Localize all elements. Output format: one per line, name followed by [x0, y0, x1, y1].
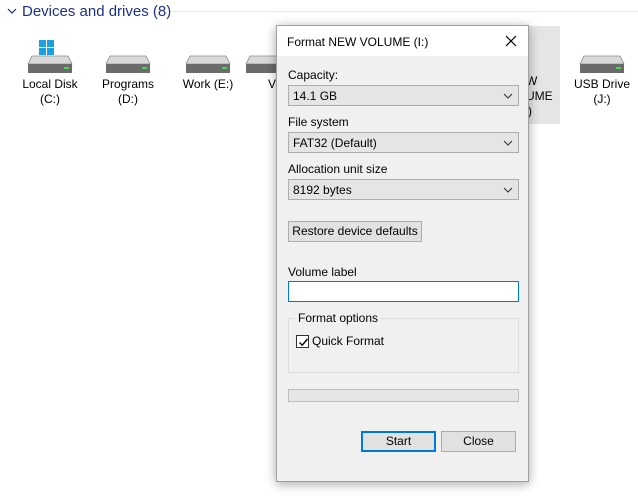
start-button[interactable]: Start [361, 431, 436, 452]
chevron-down-icon [7, 8, 17, 14]
allocation-label: Allocation unit size [288, 162, 388, 176]
dialog-titlebar[interactable]: Format NEW VOLUME (I:) [277, 26, 528, 56]
close-icon[interactable] [502, 32, 520, 50]
drive-icon [185, 55, 231, 73]
dialog-title: Format NEW VOLUME (I:) [287, 35, 429, 49]
drive-label: Work (E:) [182, 77, 234, 91]
drive-icon [579, 55, 625, 73]
format-options-legend: Format options [296, 311, 381, 325]
section-title: Devices and drives (8) [22, 2, 172, 20]
dropdown-arrow-icon [503, 140, 513, 146]
format-options-group: Format options Quick Format [288, 311, 519, 373]
capacity-label: Capacity: [288, 68, 339, 82]
drive-letter: (J:) [593, 92, 611, 106]
drive-letter: (D:) [118, 92, 138, 106]
drive-letter: (C:) [40, 92, 60, 106]
allocation-value: 8192 bytes [293, 183, 352, 197]
drive-usb-j[interactable]: USB Drive (J:) [566, 26, 638, 124]
windows-drive-icon [27, 40, 73, 73]
capacity-select[interactable]: 14.1 GB [288, 85, 519, 106]
filesystem-select[interactable]: FAT32 (Default) [288, 132, 519, 153]
drive-local-disk-c[interactable]: Local Disk (C:) [14, 26, 86, 124]
close-button[interactable]: Close [441, 431, 516, 452]
drive-icon [105, 55, 151, 73]
checkmark-icon [299, 338, 309, 346]
allocation-select[interactable]: 8192 bytes [288, 179, 519, 200]
drive-programs-d[interactable]: Programs (D:) [92, 26, 164, 124]
dropdown-arrow-icon [503, 93, 513, 99]
section-divider [172, 11, 638, 12]
capacity-value: 14.1 GB [293, 89, 338, 103]
volume-label-label: Volume label [288, 265, 357, 279]
format-dialog: Format NEW VOLUME (I:) Capacity: 14.1 GB… [276, 25, 529, 482]
quick-format-option[interactable]: Quick Format [296, 334, 384, 348]
drive-work-e[interactable]: Work (E:) [172, 26, 244, 124]
filesystem-value: FAT32 (Default) [293, 136, 377, 150]
quick-format-label: Quick Format [312, 334, 385, 348]
format-progress-bar [288, 389, 519, 402]
volume-label-input[interactable] [288, 281, 519, 302]
drive-label: Programs [101, 77, 154, 91]
quick-format-checkbox[interactable] [296, 334, 309, 348]
restore-defaults-button[interactable]: Restore device defaults [288, 221, 422, 242]
dropdown-arrow-icon [503, 187, 513, 193]
drive-label: Local Disk [22, 77, 78, 91]
drive-label: USB Drive [573, 77, 630, 91]
section-header-devices[interactable]: Devices and drives (8) [6, 2, 171, 20]
filesystem-label: File system [288, 115, 349, 129]
